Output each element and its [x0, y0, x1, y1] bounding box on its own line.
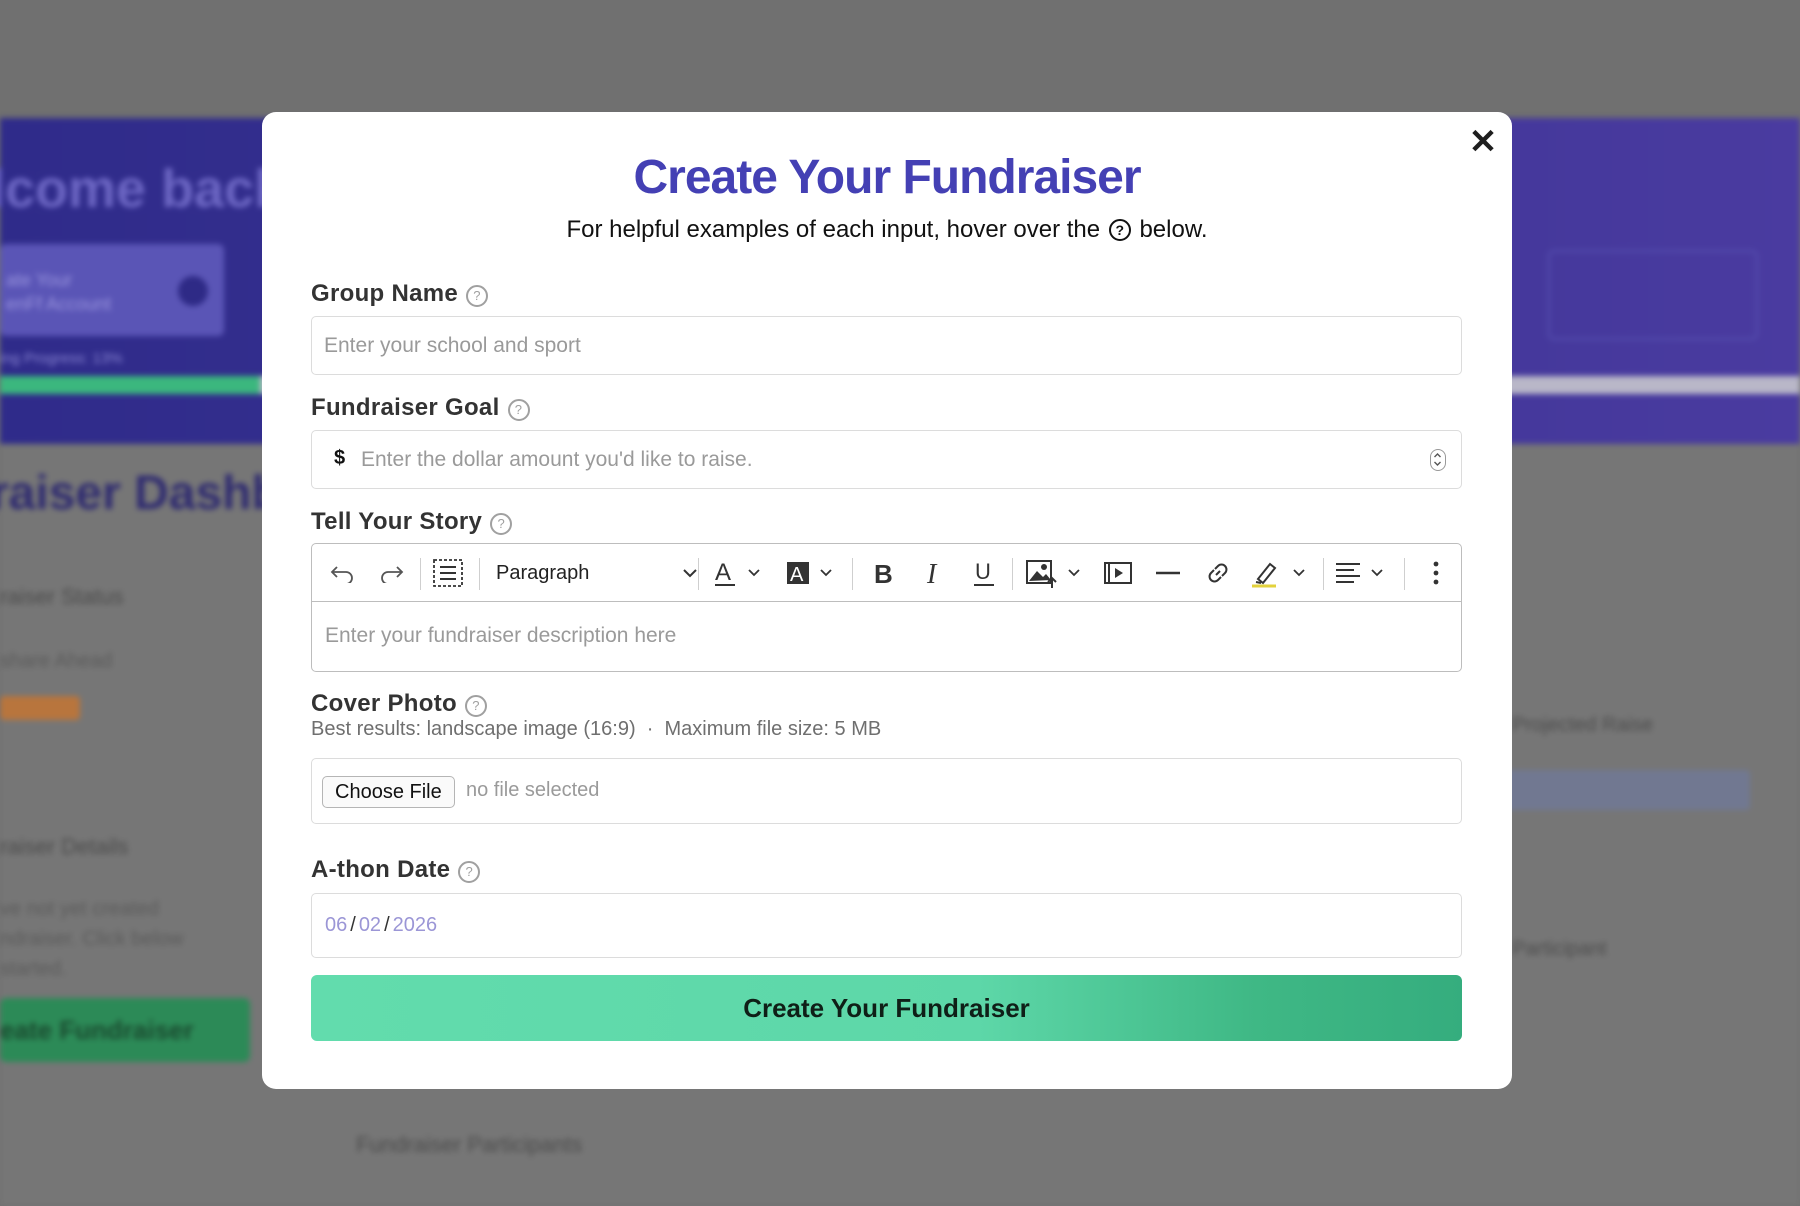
svg-text:U: U — [975, 559, 991, 584]
goal-label: Fundraiser Goal? — [311, 394, 530, 422]
toolbar-separator — [479, 558, 480, 590]
setup-card-text: ate Your enFf Account — [6, 270, 112, 314]
create-fundraiser-button-label: Create Your Fundraiser — [743, 992, 1030, 1023]
setup-card-icon — [178, 276, 208, 306]
toolbar-separator — [1404, 558, 1405, 590]
share-label: share Ahead — [0, 650, 113, 672]
goal-label-text: Fundraiser Goal — [311, 394, 500, 421]
date-value[interactable]: 06/02/2026 — [325, 914, 437, 937]
dashboard-title: raiser Dashb — [0, 467, 281, 520]
participants-section-title: Fundraiser Participants — [356, 1132, 583, 1157]
athon-date-label-text: A-thon Date — [311, 856, 451, 883]
help-icon[interactable]: ? — [490, 513, 513, 535]
help-circle-icon: ? — [1108, 219, 1131, 241]
choose-file-button[interactable]: Choose File — [322, 776, 455, 808]
goal-placeholder: Enter the dollar amount you'd like to ra… — [361, 448, 753, 471]
bg-create-label: eate Fundraiser — [0, 1015, 194, 1045]
group-name-label-text: Group Name — [311, 280, 459, 307]
story-label-text: Tell Your Story — [311, 508, 483, 535]
status-heading: raiser Status — [0, 584, 124, 609]
progress-label: ing Progress: 13% — [0, 350, 123, 367]
editor-toolbar: Paragraph A A B I U — [312, 544, 1461, 602]
welcome-heading: lcome back, — [0, 159, 300, 219]
subtitle-text-start: For helpful examples of each input, hove… — [566, 216, 1101, 243]
bold-icon[interactable]: B — [864, 544, 904, 602]
details-text: ve not yet created ndraiser. Click below… — [0, 898, 184, 980]
date-day: 02 — [358, 914, 382, 936]
help-icon[interactable]: ? — [466, 285, 489, 307]
horizontal-rule-icon[interactable] — [1148, 544, 1188, 602]
group-name-input[interactable]: Enter your school and sport — [311, 316, 1462, 375]
font-color-icon[interactable]: A — [710, 544, 768, 602]
redo-icon[interactable] — [374, 544, 410, 602]
more-icon[interactable] — [1418, 544, 1454, 602]
subtitle-text-end: below. — [1139, 216, 1208, 243]
svg-text:I: I — [926, 559, 938, 587]
details-heading: raiser Details — [0, 834, 129, 859]
modal-subtitle: For helpful examples of each input, hove… — [262, 216, 1512, 244]
athon-date-label: A-thon Date? — [311, 856, 481, 884]
date-year: 2026 — [392, 914, 438, 936]
athon-date-input[interactable] — [311, 893, 1462, 958]
toolbar-separator — [420, 558, 421, 590]
undo-icon[interactable] — [324, 544, 360, 602]
background-color-icon[interactable]: A — [782, 544, 840, 602]
date-month: 06 — [325, 914, 348, 936]
participant-label: r Participant — [1500, 938, 1607, 960]
story-placeholder[interactable]: Enter your fundraiser description here — [325, 624, 676, 648]
toolbar-separator — [1012, 558, 1013, 590]
number-spinner-icon[interactable] — [1430, 449, 1446, 471]
svg-text:B: B — [874, 559, 893, 587]
cover-photo-helper: Best results: landscape image (16:9) · M… — [311, 718, 882, 740]
modal-title: Create Your Fundraiser — [633, 151, 1141, 204]
help-icon[interactable]: ? — [507, 399, 530, 421]
create-fundraiser-button[interactable]: Create Your Fundraiser — [311, 975, 1462, 1041]
block-format-value: Paragraph — [496, 561, 590, 584]
insert-image-icon[interactable] — [1022, 544, 1088, 602]
goal-input[interactable]: $ Enter the dollar amount you'd like to … — [311, 430, 1462, 489]
help-icon[interactable]: ? — [458, 861, 481, 883]
dollar-sign: $ — [334, 447, 346, 469]
link-icon[interactable] — [1198, 544, 1238, 602]
toolbar-separator — [1323, 558, 1324, 590]
chevron-down-icon — [683, 569, 697, 578]
banner-right-card — [1548, 250, 1758, 340]
projected-bar — [1500, 770, 1750, 810]
toolbar-separator — [698, 558, 699, 590]
group-name-placeholder: Enter your school and sport — [324, 334, 581, 357]
svg-text:A: A — [790, 564, 804, 586]
progress-fill — [0, 376, 260, 394]
select-all-icon[interactable] — [428, 544, 468, 602]
cover-photo-label-text: Cover Photo — [311, 690, 457, 717]
italic-icon[interactable]: I — [914, 544, 954, 602]
highlight-icon[interactable] — [1248, 544, 1312, 602]
story-editor: Paragraph A A B I U Enter your fundraise… — [311, 543, 1462, 672]
projected-raise-label: Projected Raise — [1512, 714, 1654, 736]
svg-text:A: A — [715, 559, 731, 586]
story-label: Tell Your Story? — [311, 508, 513, 536]
group-name-label: Group Name? — [311, 280, 489, 308]
insert-video-icon[interactable] — [1098, 544, 1138, 602]
align-icon[interactable] — [1330, 544, 1394, 602]
underline-icon[interactable]: U — [964, 544, 1004, 602]
status-badge — [0, 696, 80, 720]
cover-photo-label: Cover Photo? — [311, 690, 487, 718]
block-format-select[interactable]: Paragraph — [496, 544, 706, 602]
help-icon[interactable]: ? — [464, 695, 487, 717]
file-status: no file selected — [466, 779, 600, 801]
toolbar-separator — [852, 558, 853, 590]
